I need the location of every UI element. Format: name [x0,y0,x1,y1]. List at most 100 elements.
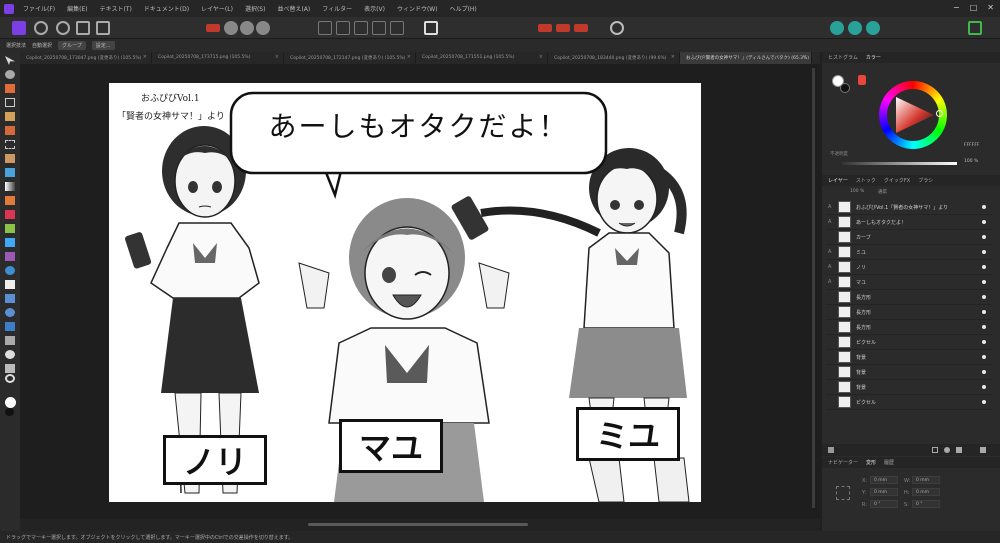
align-icon-4[interactable] [372,21,386,35]
layer-row[interactable]: A ミユ [826,245,992,260]
menu-edit[interactable]: 編集(E) [61,4,93,13]
snapping-icon[interactable] [610,21,624,35]
erase-brush-icon[interactable] [5,280,15,289]
menu-layer[interactable]: レイヤー(L) [195,4,239,13]
menu-document[interactable]: ドキュメント(D) [138,4,195,13]
tab-stock[interactable]: ストック [856,177,876,184]
studio-icon-2[interactable] [848,21,862,35]
mask-icon[interactable] [944,447,950,453]
visibility-dot[interactable] [982,385,986,389]
layer-row[interactable]: 背景 [826,365,992,380]
pen-tool-icon[interactable] [5,294,15,303]
visibility-dot[interactable] [982,370,986,374]
menu-arrange[interactable]: 並べ替え(A) [271,4,316,13]
selection-icon-3[interactable] [574,24,588,32]
node-tool-icon[interactable] [5,322,15,331]
liquify-persona-icon[interactable] [34,21,48,35]
export-persona-icon[interactable] [96,21,110,35]
visibility-dot[interactable] [982,325,986,329]
tab-quickfx[interactable]: クイックFX [884,177,910,184]
opacity-value[interactable]: 100 % [964,159,978,164]
close-icon[interactable]: ✕ [987,3,994,12]
selection-icon-2[interactable] [556,24,570,32]
menu-filter[interactable]: フィルター [316,4,358,13]
visibility-dot[interactable] [982,400,986,404]
maximize-icon[interactable]: □ [970,3,978,12]
tab-history[interactable]: 履歴 [884,459,894,466]
settings-button[interactable]: 設定... [91,41,115,50]
marquee-tool-icon[interactable] [5,140,15,149]
tab-histogram[interactable]: ヒストグラム [828,54,858,61]
tab-navigator[interactable]: ナビゲーター [828,459,858,466]
align-icon-1[interactable] [318,21,332,35]
mode-icon-3[interactable] [256,21,270,35]
visibility-dot[interactable] [982,265,986,269]
r-field[interactable]: 0 ° [870,500,898,508]
visibility-dot[interactable] [982,340,986,344]
close-tab-icon[interactable]: × [407,54,411,60]
close-tab-icon[interactable]: × [275,54,279,60]
layer-row[interactable]: A マユ [826,275,992,290]
view-tool-icon[interactable] [5,70,15,79]
ellipse-tool-icon[interactable] [5,350,15,359]
delete-layer-icon[interactable] [980,447,986,453]
h-field[interactable]: 0 mm [912,488,940,496]
tone-mapping-icon[interactable] [76,21,90,35]
tab-doc-1[interactable]: Copilot_20250708_173047.png (変更あり) (105.… [20,52,152,64]
picker-handle[interactable] [936,110,943,117]
crop-tool-icon[interactable] [5,98,15,107]
minimize-icon[interactable]: − [953,3,960,12]
x-field[interactable]: 0 mm [870,476,898,484]
rectangle-tool-icon[interactable] [5,336,15,345]
close-tab-icon[interactable]: × [671,54,675,60]
visibility-dot[interactable] [982,250,986,254]
visibility-dot[interactable] [982,205,986,209]
text-tool-icon[interactable] [5,364,15,373]
hex-field[interactable]: FFFFFF [964,143,980,148]
tab-doc-4[interactable]: Copilot_20250708_171551.png (105.5%) × [416,52,548,64]
visibility-dot[interactable] [982,310,986,314]
layer-row[interactable]: ピクセル [826,335,992,350]
vertical-scrollbar[interactable] [812,68,815,508]
y-field[interactable]: 0 mm [870,488,898,496]
visibility-dot[interactable] [982,280,986,284]
zoom-tool-icon[interactable] [5,374,15,383]
layer-row[interactable]: 背景 [826,380,992,395]
tab-doc-3[interactable]: Copilot_20250708_172147.png (変更あり) (105.… [284,52,416,64]
tab-doc-5[interactable]: Copilot_20250708_183440.png (変更あり) (99.6… [548,52,680,64]
color-picker-icon[interactable] [5,84,15,93]
layer-row[interactable]: 背景 [826,350,992,365]
assistant-icon[interactable] [206,24,220,32]
s-field[interactable]: 0 ° [912,500,940,508]
menu-help[interactable]: ヘルプ(H) [444,4,483,13]
w-field[interactable]: 0 mm [912,476,940,484]
align-icon-2[interactable] [336,21,350,35]
shape-tool-icon[interactable] [5,308,15,317]
healing-brush-icon[interactable] [5,252,15,261]
add-layer-icon[interactable] [932,447,938,453]
paint-brush-icon[interactable] [5,196,15,205]
layer-row[interactable]: 長方形 [826,290,992,305]
layer-row[interactable]: ピクセル [826,395,992,410]
visibility-dot[interactable] [982,235,986,239]
flood-select-icon[interactable] [5,126,15,135]
move-tool-icon[interactable] [5,56,15,65]
layer-row[interactable]: A ノリ [826,260,992,275]
blend-mode-dropdown[interactable]: 通常 [878,189,887,195]
account-icon[interactable] [968,21,982,35]
mode-icon-1[interactable] [224,21,238,35]
selection-icon-1[interactable] [538,24,552,32]
develop-persona-icon[interactable] [56,21,70,35]
clone-brush-icon[interactable] [5,238,15,247]
horizontal-scrollbar[interactable] [20,519,820,531]
menu-window[interactable]: ウィンドウ(W) [391,4,444,13]
layer-settings-icon[interactable] [828,447,834,453]
close-tab-icon[interactable]: × [539,54,543,60]
layer-row[interactable]: 長方形 [826,320,992,335]
auto-select-dropdown[interactable]: グループ [58,41,86,50]
layer-row[interactable]: A あーしもオタクだよ！ [826,215,992,230]
opacity-slider[interactable] [842,162,957,165]
selection-brush-icon[interactable] [5,112,15,121]
photo-persona-icon[interactable] [12,21,26,35]
layer-row[interactable]: カーブ [826,230,992,245]
